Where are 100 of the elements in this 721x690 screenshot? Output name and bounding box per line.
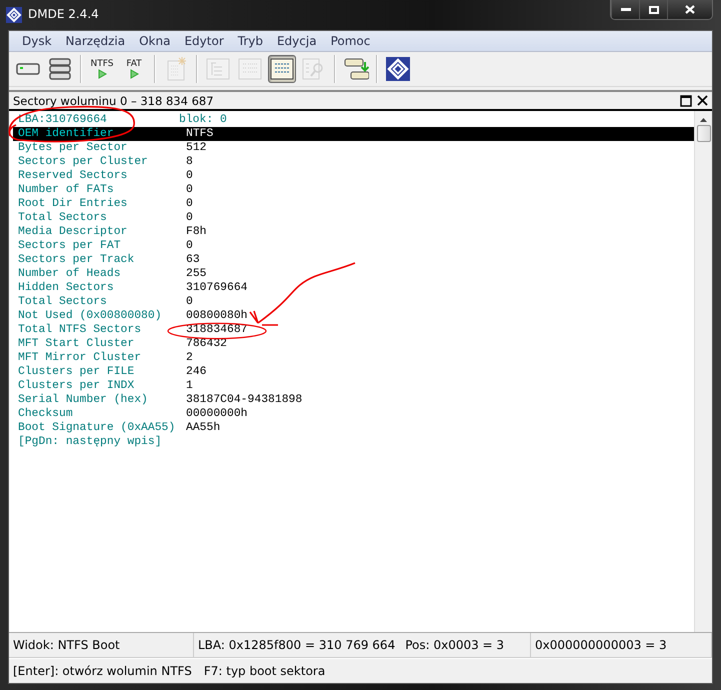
field-row[interactable]: Reserved Sectors 0 [13,169,694,183]
field-value: AA55h [186,422,220,434]
menu-item[interactable]: Dysk [15,34,59,48]
block-label: blok: 0 [179,114,227,126]
field-name: OEM identifier [18,128,115,140]
scroll-thumb[interactable] [696,125,710,142]
field-value: 0 [186,212,193,224]
field-value: NTFS [186,128,214,140]
field-value: 8 [186,156,193,168]
field-name: Clusters per INDX [18,380,136,392]
key-hint: F7: typ boot sektora [204,664,326,678]
field-value: 786432 [186,338,228,350]
field-row[interactable]: Clusters per FILE 246 [13,365,694,379]
selected-row[interactable]: OEM identifier NTFS [13,127,694,141]
toolbar-button[interactable]: NTFS [88,55,116,83]
field-name: Not Used (0x00800080) [18,310,163,322]
menu-item[interactable]: Narzędzia [58,34,132,48]
menu-item[interactable]: Edycja [270,34,324,48]
field-row[interactable]: Root Dir Entries 0 [13,197,694,211]
field-row[interactable]: Sectors per Cluster 8 [13,155,694,169]
field-row[interactable]: Number of FATs 0 [13,183,694,197]
scroll-up-icon[interactable] [699,117,708,123]
play-icon [97,69,107,79]
field-value: 0 [186,198,193,210]
play-icon [129,69,139,79]
field-row[interactable]: Sectors per FAT 0 [13,239,694,253]
field-value: 255 [186,268,207,280]
field-row[interactable]: Clusters per INDX 1 [13,379,694,393]
status-text: Pos: 0x0003 = 3 [405,638,504,652]
field-name: Clusters per FILE [18,366,136,378]
field-value: 0 [186,240,193,252]
field-name: Sectors per FAT [18,240,122,252]
toolbar-button[interactable] [268,55,296,83]
menu-item[interactable]: Okna [132,34,178,48]
window-title: DMDE 2.4.4 [28,7,99,21]
app-logo-icon [6,7,22,23]
field-row[interactable]: Boot Signature (0xAA55) AA55h [13,421,694,435]
list-icon [237,56,263,82]
key-hint: [Enter]: otwórz wolumin NTFS [13,664,192,678]
field-value: 00800080h [186,310,248,322]
field-row[interactable]: Number of Heads 255 [13,267,694,281]
field-name: Checksum [18,408,74,420]
field-value: 38187C04-94381898 [186,394,302,406]
field-name: Total Sectors [18,296,108,308]
field-value: 246 [186,366,207,378]
maximize-icon[interactable] [680,94,692,106]
field-row[interactable]: MFT Start Cluster 786432 [13,337,694,351]
menu-item[interactable]: Tryb [230,34,270,48]
field-row[interactable]: Total Sectors 0 [13,211,694,225]
copy-down-icon [343,56,369,82]
minimize-icon [620,8,630,12]
field-value: 00000000h [186,408,248,420]
tree-list-icon [205,56,231,82]
minimize-button[interactable] [611,0,639,19]
app-logo-icon [385,56,411,82]
field-name: Total Sectors [18,212,108,224]
field-row[interactable]: Total NTFS Sectors 318834687 [13,323,694,337]
table-view-icon [269,56,295,82]
maximize-icon [648,6,658,14]
field-value: 512 [186,142,207,154]
maximize-button[interactable] [639,0,667,19]
field-name: Root Dir Entries [18,198,128,210]
field-name: Media Descriptor [18,226,128,238]
field-value: 2 [186,352,193,364]
field-name: MFT Mirror Cluster [18,352,142,364]
field-row[interactable]: Serial Number (hex) 38187C04-94381898 [13,393,694,407]
field-value: 0 [186,184,193,196]
field-name: Number of Heads [18,268,122,280]
field-name: Sectors per Track [18,254,136,266]
toolbar-button[interactable] [384,55,412,83]
field-value: 310769664 [186,282,248,294]
field-value: F8h [186,226,207,238]
status-text: Widok: NTFS Boot [13,638,120,652]
field-name: Sectors per Cluster [18,156,149,168]
field-name: Number of FATs [18,184,115,196]
close-button[interactable] [667,0,712,19]
field-row[interactable]: Bytes per Sector 512 [13,141,694,155]
field-row[interactable]: Sectors per Track 63 [13,253,694,267]
field-name: Bytes per Sector [18,142,128,154]
status-text: LBA: 0x1285f800 = 310 769 664 [198,638,396,652]
menu-item[interactable]: Edytor [177,34,231,48]
status-text: 0x000000000003 = 3 [535,638,667,652]
panel-title: Sectory woluminu 0 – 318 834 687 [13,94,215,108]
menu-item[interactable]: Pomoc [324,34,378,48]
field-value: 63 [186,254,200,266]
field-name: Reserved Sectors [18,170,128,182]
close-icon [685,5,695,14]
hint-text: [PgDn: następny wpis] [18,436,162,448]
field-row[interactable]: Checksum 00000000h [13,407,694,421]
field-name: Hidden Sectors [18,282,115,294]
toolbar-button[interactable]: FAT [120,55,148,83]
disk-list-icon [47,56,73,82]
field-row[interactable]: MFT Mirror Cluster 2 [13,351,694,365]
scrollbar[interactable] [694,111,712,632]
close-icon[interactable] [697,95,708,106]
field-row[interactable]: Total Sectors 0 [13,295,694,309]
field-row[interactable]: Not Used (0x00800080) 00800080h [13,309,694,323]
field-row[interactable]: Hidden Sectors 310769664 [13,281,694,295]
field-row[interactable]: Media Descriptor F8h [13,225,694,239]
field-value: 0 [186,170,193,182]
